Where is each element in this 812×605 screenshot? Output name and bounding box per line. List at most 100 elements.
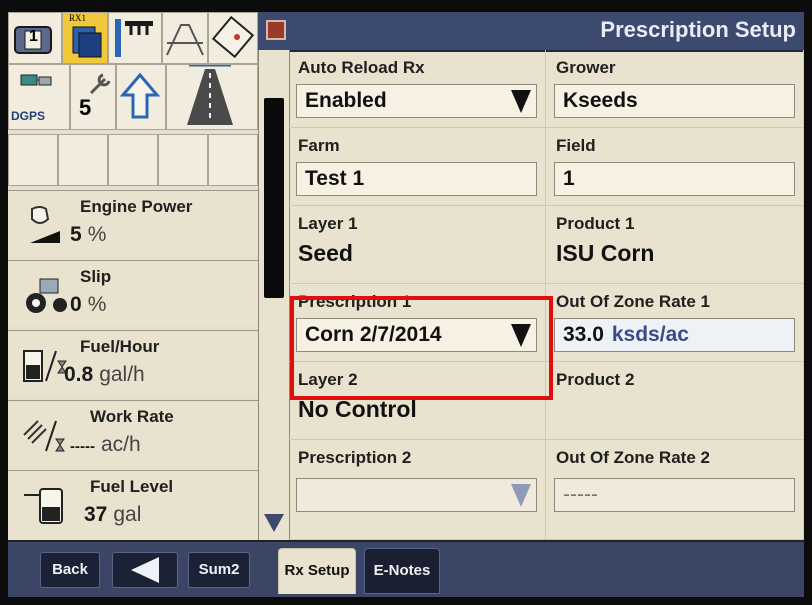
fuel-hour-unit: gal/h [99, 363, 145, 386]
prescription1-dropdown[interactable]: Corn 2/7/2014 [296, 318, 537, 352]
empty-shortcut-slot[interactable] [58, 134, 108, 186]
slip-unit: % [87, 293, 107, 316]
auto-reload-cell: Auto Reload Rx Enabled [288, 50, 546, 128]
grower-value: Kseeds [563, 89, 638, 112]
prescription1-label: Prescription 1 [298, 292, 412, 311]
implement-tile[interactable] [108, 12, 162, 64]
status-icons-row-1: 1 RX1 [8, 12, 258, 64]
layer2-cell: Layer 2 No Control [288, 362, 546, 440]
stat-title: Engine Power [80, 197, 193, 216]
direction-tile[interactable] [116, 64, 166, 130]
out-of-zone2-value: ----- [563, 483, 598, 506]
guidance-line-icon [166, 24, 204, 56]
prescription1-cell: Prescription 1 Corn 2/7/2014 [288, 284, 546, 362]
left-arrow-icon [131, 557, 159, 583]
slip-value: 0 [70, 293, 82, 316]
empty-shortcut-slot[interactable] [208, 134, 258, 186]
fuel-hour-value: 0.8 [64, 363, 94, 386]
slip-stat[interactable]: Slip 0% [8, 260, 258, 326]
empty-shortcut-row [8, 134, 258, 186]
empty-shortcut-slot[interactable] [108, 134, 158, 186]
engine-power-unit: % [87, 223, 107, 246]
rx-indicator[interactable]: RX1 [62, 12, 108, 64]
field-label: Field [556, 136, 596, 155]
fuel-hour-stat[interactable]: Fuel/Hour 0.8 gal/h [8, 330, 258, 396]
sum2-button[interactable]: Sum2 [188, 552, 250, 588]
fuel-level-stat[interactable]: Fuel Level 37 gal [8, 470, 258, 540]
previous-page-button[interactable] [112, 552, 178, 588]
back-button[interactable]: Back [40, 552, 100, 588]
work-rate-stat[interactable]: Work Rate ----- ac/h [8, 400, 258, 466]
layer1-cell: Layer 1 Seed [288, 206, 546, 284]
farm-value: Test 1 [305, 167, 365, 190]
out-of-zone1-unit: ksds/ac [611, 323, 689, 346]
dropdown-arrow-icon [511, 484, 531, 507]
prescription2-dropdown[interactable] [296, 478, 537, 512]
scrollbar-thumb[interactable] [264, 98, 284, 298]
stat-title: Fuel Level [90, 477, 174, 496]
page-header: Prescription Setup [258, 12, 804, 52]
dgps-label: DGPS [11, 109, 46, 123]
work-rate-value: ----- [70, 438, 95, 455]
fuel-pump-icon [24, 488, 63, 524]
display-page-tile[interactable]: 1 [8, 12, 62, 64]
out-of-zone2-cell: Out Of Zone Rate 2 ----- [546, 440, 804, 540]
prescription2-label: Prescription 2 [298, 448, 412, 467]
engine-power-stat[interactable]: Engine Power 5% [8, 190, 258, 256]
page-number-label: 1 [29, 28, 38, 45]
work-rate-icon [23, 420, 65, 452]
tab-rx-setup[interactable]: Rx Setup [278, 548, 356, 594]
empty-shortcut-slot[interactable] [8, 134, 58, 186]
bottom-toolbar: Back Sum2 Rx Setup E-Notes [8, 540, 804, 597]
out-of-zone1-cell: Out Of Zone Rate 1 33.0 ksds/ac [546, 284, 804, 362]
work-rate-unit: ac/h [100, 433, 141, 456]
swath-road-icon [187, 63, 233, 125]
swath-view-tile[interactable] [166, 63, 258, 130]
stat-title: Slip [80, 267, 112, 286]
guidance-tile[interactable] [162, 12, 208, 64]
tab-label: E-Notes [373, 562, 431, 579]
satellite-count-tile[interactable]: 5 [70, 64, 116, 130]
fuel-level-unit: gal [113, 503, 142, 526]
farm-label: Farm [298, 136, 340, 155]
layer1-label: Layer 1 [298, 214, 358, 233]
out-of-zone1-field[interactable]: 33.0 ksds/ac [554, 318, 795, 352]
field-input[interactable]: 1 [554, 162, 795, 196]
layer2-value: No Control [298, 396, 417, 422]
product1-cell: Product 1 ISU Corn [546, 206, 804, 284]
empty-shortcut-slot[interactable] [158, 134, 208, 186]
stat-title: Work Rate [90, 407, 174, 426]
gps-status-tile[interactable]: DGPS [8, 64, 70, 130]
scrollbar[interactable] [258, 50, 290, 540]
prescription1-value: Corn 2/7/2014 [305, 323, 442, 346]
sum2-label: Sum2 [198, 561, 240, 578]
field-value: 1 [563, 167, 575, 190]
tab-e-notes[interactable]: E-Notes [364, 548, 440, 594]
page-title: Prescription Setup [600, 17, 796, 42]
stat-value-line: 37 gal [84, 503, 141, 527]
engine-power-value: 5 [70, 223, 82, 246]
engine-icon [30, 206, 60, 243]
prescription2-cell: Prescription 2 [288, 440, 546, 540]
product1-value: ISU Corn [556, 240, 655, 266]
out-of-zone2-field[interactable]: ----- [554, 478, 795, 512]
layer2-label: Layer 2 [298, 370, 358, 389]
app-menu-icon[interactable] [266, 20, 286, 40]
grower-field[interactable]: Kseeds [554, 84, 795, 118]
fuel-level-value: 37 [84, 503, 108, 526]
grower-label: Grower [556, 58, 616, 77]
satellite-icon [20, 74, 52, 86]
implement-icon [115, 19, 153, 57]
farm-field[interactable]: Test 1 [296, 162, 537, 196]
scroll-down-icon[interactable] [262, 512, 286, 534]
field-cell: Field 1 [546, 128, 804, 206]
auto-reload-dropdown[interactable]: Enabled [296, 84, 537, 118]
documentation-tile[interactable] [208, 12, 258, 64]
product2-label: Product 2 [556, 370, 635, 389]
stat-value-line: 0.8 gal/h [64, 363, 145, 387]
screen: 1 RX1 DGPS 5 Engine Power 5 % Slip 0 % F… [8, 12, 804, 597]
stat-value-line: 0% [70, 293, 106, 317]
out-of-zone1-label: Out Of Zone Rate 1 [556, 292, 710, 311]
auto-reload-label: Auto Reload Rx [298, 58, 425, 77]
tab-label: Rx Setup [284, 562, 350, 579]
